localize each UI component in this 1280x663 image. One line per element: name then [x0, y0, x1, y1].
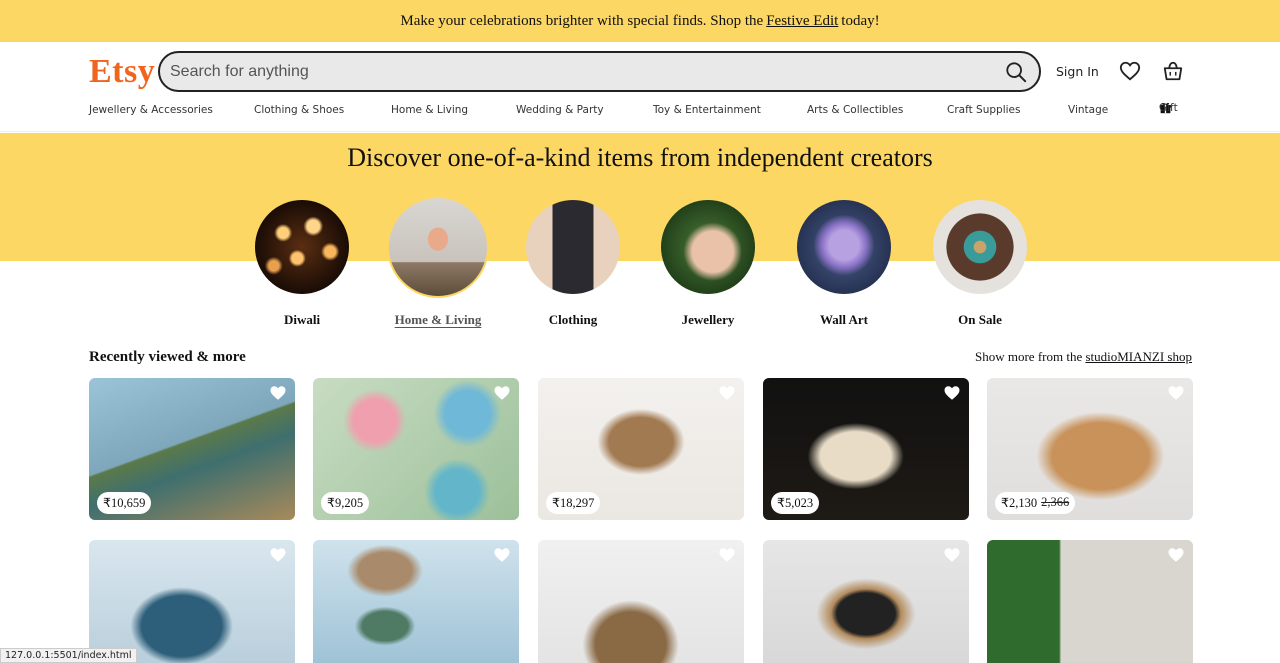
diwali-image — [255, 200, 349, 294]
festive-edit-link[interactable]: Festive Edit — [766, 13, 838, 30]
heart-icon — [1119, 61, 1141, 81]
nav-jewellery[interactable]: Jewellery & Accessories — [89, 104, 213, 116]
category-circles: Diwali Home & Living Clothing Jewellery … — [0, 196, 1280, 336]
nav-vintage[interactable]: Vintage — [1068, 104, 1108, 116]
nav-toys[interactable]: Toy & Entertainment — [653, 104, 761, 116]
show-more: Show more from the studioMIANZI shop — [975, 349, 1192, 365]
price: ₹5,023 — [777, 496, 814, 510]
wall-art-image — [797, 200, 891, 294]
search-icon — [1006, 61, 1027, 82]
product-card[interactable] — [538, 540, 744, 663]
heart-icon[interactable] — [493, 384, 511, 402]
heart-icon[interactable] — [269, 546, 287, 564]
product-card[interactable]: ₹2,130 2,366 — [987, 378, 1193, 520]
search-button[interactable] — [993, 53, 1039, 90]
category-clothing[interactable]: Clothing — [518, 196, 628, 328]
heart-icon[interactable] — [493, 546, 511, 564]
product-card[interactable]: ₹10,659 — [89, 378, 295, 520]
recently-viewed-title: Recently viewed & more — [89, 349, 246, 365]
nav-arts[interactable]: Arts & Collectibles — [807, 104, 903, 116]
clothing-image — [526, 200, 620, 294]
heart-icon[interactable] — [718, 546, 736, 564]
price-tag: ₹9,205 — [321, 492, 370, 514]
category-jewellery[interactable]: Jewellery — [653, 196, 763, 328]
price: ₹10,659 — [103, 496, 146, 510]
price: ₹9,205 — [327, 496, 364, 510]
product-card[interactable] — [313, 540, 519, 663]
nav-gift[interactable]: Gift — [1159, 101, 1178, 114]
category-diwali[interactable]: Diwali — [247, 196, 357, 328]
heart-icon[interactable] — [943, 384, 961, 402]
category-wall-art[interactable]: Wall Art — [789, 196, 899, 328]
nav-home-living[interactable]: Home & Living — [391, 104, 468, 116]
promo-banner: Make your celebrations brighter with spe… — [0, 0, 1280, 42]
nav-divider — [0, 131, 1280, 132]
show-more-prefix: Show more from the — [974, 349, 1083, 364]
home-living-image — [387, 196, 489, 298]
nav-clothing[interactable]: Clothing & Shoes — [254, 104, 344, 116]
promo-text-end: today! — [841, 12, 880, 29]
shop-link[interactable]: studioMIANZI shop — [1085, 349, 1192, 364]
heart-icon[interactable] — [1167, 384, 1185, 402]
search-bar — [158, 51, 1041, 92]
original-price: 2,366 — [1041, 495, 1070, 509]
price-tag: ₹10,659 — [97, 492, 152, 514]
nav-wedding[interactable]: Wedding & Party — [516, 104, 604, 116]
category-label: Jewellery — [681, 312, 735, 327]
product-card[interactable]: ₹5,023 — [763, 378, 969, 520]
nav-gift-label: Gift — [1159, 102, 1178, 114]
product-card[interactable] — [763, 540, 969, 663]
sign-in-link[interactable]: Sign In — [1056, 64, 1099, 79]
heart-icon[interactable] — [269, 384, 287, 402]
jewellery-image — [661, 200, 755, 294]
search-input[interactable] — [160, 53, 993, 90]
category-label: On Sale — [958, 312, 1002, 327]
category-home-living[interactable]: Home & Living — [383, 196, 493, 328]
browser-status-bar: 127.0.0.1:5501/index.html — [0, 648, 137, 663]
heart-icon[interactable] — [718, 384, 736, 402]
category-nav: Jewellery & Accessories Clothing & Shoes… — [0, 101, 1280, 124]
hero-title: Discover one-of-a-kind items from indepe… — [347, 143, 933, 172]
price-tag: ₹5,023 — [771, 492, 820, 514]
product-card[interactable] — [89, 540, 295, 663]
product-card[interactable]: ₹18,297 — [538, 378, 744, 520]
category-label: Diwali — [283, 312, 321, 327]
product-card[interactable]: ₹9,205 — [313, 378, 519, 520]
on-sale-image — [933, 200, 1027, 294]
category-on-sale[interactable]: On Sale — [925, 196, 1035, 328]
etsy-logo[interactable]: Etsy — [89, 53, 155, 91]
product-card[interactable] — [987, 540, 1193, 663]
heart-icon[interactable] — [943, 546, 961, 564]
category-label: Clothing — [548, 312, 598, 327]
price-tag: ₹2,130 2,366 — [995, 492, 1076, 514]
price: ₹18,297 — [552, 496, 595, 510]
cart-button[interactable] — [1162, 60, 1184, 82]
price: ₹2,130 — [1001, 496, 1038, 510]
category-label: Home & Living — [394, 312, 482, 327]
promo-text: Make your celebrations brighter with spe… — [400, 12, 764, 29]
nav-craft[interactable]: Craft Supplies — [947, 104, 1020, 116]
favorites-button[interactable] — [1119, 60, 1141, 82]
heart-icon[interactable] — [1167, 546, 1185, 564]
price-tag: ₹18,297 — [546, 492, 601, 514]
category-label: Wall Art — [819, 312, 869, 327]
basket-icon — [1163, 61, 1183, 81]
